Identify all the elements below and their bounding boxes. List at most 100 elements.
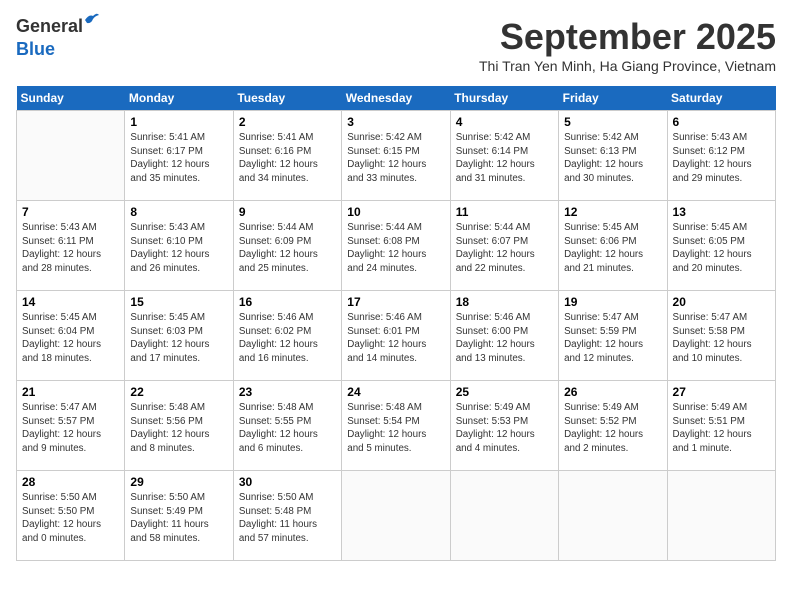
day-info: Sunrise: 5:49 AM Sunset: 5:53 PM Dayligh…	[456, 401, 553, 456]
day-info: Sunrise: 5:50 AM Sunset: 5:48 PM Dayligh…	[239, 491, 336, 546]
calendar-cell	[342, 471, 450, 561]
day-info: Sunrise: 5:45 AM Sunset: 6:06 PM Dayligh…	[564, 221, 661, 276]
day-number: 16	[239, 295, 336, 309]
day-info: Sunrise: 5:46 AM Sunset: 6:02 PM Dayligh…	[239, 311, 336, 366]
day-number: 12	[564, 205, 661, 219]
calendar-cell: 2 Sunrise: 5:41 AM Sunset: 6:16 PM Daylig…	[233, 111, 341, 201]
calendar-week-row: 1 Sunrise: 5:41 AM Sunset: 6:17 PM Daylig…	[17, 111, 776, 201]
day-info: Sunrise: 5:49 AM Sunset: 5:51 PM Dayligh…	[673, 401, 770, 456]
col-header-sunday: Sunday	[17, 86, 125, 111]
month-title: September 2025	[479, 16, 776, 58]
day-info: Sunrise: 5:48 AM Sunset: 5:54 PM Dayligh…	[347, 401, 444, 456]
day-info: Sunrise: 5:41 AM Sunset: 6:16 PM Dayligh…	[239, 131, 336, 186]
logo-bird-icon	[83, 10, 101, 28]
day-number: 5	[564, 115, 661, 129]
day-info: Sunrise: 5:49 AM Sunset: 5:52 PM Dayligh…	[564, 401, 661, 456]
day-number: 1	[130, 115, 227, 129]
day-number: 6	[673, 115, 770, 129]
day-info: Sunrise: 5:46 AM Sunset: 6:00 PM Dayligh…	[456, 311, 553, 366]
day-number: 23	[239, 385, 336, 399]
calendar-cell: 5 Sunrise: 5:42 AM Sunset: 6:13 PM Daylig…	[559, 111, 667, 201]
calendar-cell: 13 Sunrise: 5:45 AM Sunset: 6:05 PM Dayli…	[667, 201, 775, 291]
col-header-tuesday: Tuesday	[233, 86, 341, 111]
calendar-cell: 21 Sunrise: 5:47 AM Sunset: 5:57 PM Dayli…	[17, 381, 125, 471]
calendar-cell: 6 Sunrise: 5:43 AM Sunset: 6:12 PM Daylig…	[667, 111, 775, 201]
calendar-week-row: 14 Sunrise: 5:45 AM Sunset: 6:04 PM Dayli…	[17, 291, 776, 381]
day-number: 30	[239, 475, 336, 489]
day-info: Sunrise: 5:43 AM Sunset: 6:10 PM Dayligh…	[130, 221, 227, 276]
day-info: Sunrise: 5:41 AM Sunset: 6:17 PM Dayligh…	[130, 131, 227, 186]
calendar-cell: 30 Sunrise: 5:50 AM Sunset: 5:48 PM Dayli…	[233, 471, 341, 561]
calendar-cell: 17 Sunrise: 5:46 AM Sunset: 6:01 PM Dayli…	[342, 291, 450, 381]
calendar-cell: 16 Sunrise: 5:46 AM Sunset: 6:02 PM Dayli…	[233, 291, 341, 381]
page-header: General Blue September 2025 Thi Tran Yen…	[16, 16, 776, 82]
day-number: 20	[673, 295, 770, 309]
day-number: 27	[673, 385, 770, 399]
calendar-cell	[450, 471, 558, 561]
calendar-cell: 22Sunrise: 5:48 AM Sunset: 5:56 PM Dayli…	[125, 381, 233, 471]
day-number: 18	[456, 295, 553, 309]
title-area: September 2025 Thi Tran Yen Minh, Ha Gia…	[479, 16, 776, 82]
day-info: Sunrise: 5:45 AM Sunset: 6:04 PM Dayligh…	[22, 311, 119, 366]
logo: General Blue	[16, 16, 83, 60]
calendar-cell: 20 Sunrise: 5:47 AM Sunset: 5:58 PM Dayli…	[667, 291, 775, 381]
day-info: Sunrise: 5:47 AM Sunset: 5:59 PM Dayligh…	[564, 311, 661, 366]
col-header-thursday: Thursday	[450, 86, 558, 111]
day-info: Sunrise: 5:46 AM Sunset: 6:01 PM Dayligh…	[347, 311, 444, 366]
calendar-cell: 14 Sunrise: 5:45 AM Sunset: 6:04 PM Dayli…	[17, 291, 125, 381]
calendar-cell: 3Sunrise: 5:42 AM Sunset: 6:15 PM Daylig…	[342, 111, 450, 201]
day-info: Sunrise: 5:44 AM Sunset: 6:08 PM Dayligh…	[347, 221, 444, 276]
col-header-monday: Monday	[125, 86, 233, 111]
location-subtitle: Thi Tran Yen Minh, Ha Giang Province, Vi…	[479, 58, 776, 74]
day-number: 3	[347, 115, 444, 129]
calendar-cell: 10Sunrise: 5:44 AM Sunset: 6:08 PM Dayli…	[342, 201, 450, 291]
day-info: Sunrise: 5:45 AM Sunset: 6:03 PM Dayligh…	[130, 311, 227, 366]
day-number: 29	[130, 475, 227, 489]
logo-blue: Blue	[16, 39, 55, 60]
calendar-cell: 25 Sunrise: 5:49 AM Sunset: 5:53 PM Dayli…	[450, 381, 558, 471]
calendar-cell	[667, 471, 775, 561]
day-number: 4	[456, 115, 553, 129]
calendar-cell: 29 Sunrise: 5:50 AM Sunset: 5:49 PM Dayli…	[125, 471, 233, 561]
day-info: Sunrise: 5:48 AM Sunset: 5:55 PM Dayligh…	[239, 401, 336, 456]
calendar-header-row: SundayMondayTuesdayWednesdayThursdayFrid…	[17, 86, 776, 111]
day-number: 17	[347, 295, 444, 309]
day-info: Sunrise: 5:45 AM Sunset: 6:05 PM Dayligh…	[673, 221, 770, 276]
day-number: 14	[22, 295, 119, 309]
calendar-cell: 26 Sunrise: 5:49 AM Sunset: 5:52 PM Dayli…	[559, 381, 667, 471]
day-info: Sunrise: 5:43 AM Sunset: 6:12 PM Dayligh…	[673, 131, 770, 186]
calendar-table: SundayMondayTuesdayWednesdayThursdayFrid…	[16, 86, 776, 561]
logo-general: General	[16, 16, 83, 36]
calendar-cell: 1 Sunrise: 5:41 AM Sunset: 6:17 PM Daylig…	[125, 111, 233, 201]
calendar-cell	[17, 111, 125, 201]
calendar-cell: 18 Sunrise: 5:46 AM Sunset: 6:00 PM Dayli…	[450, 291, 558, 381]
col-header-wednesday: Wednesday	[342, 86, 450, 111]
day-info: Sunrise: 5:42 AM Sunset: 6:13 PM Dayligh…	[564, 131, 661, 186]
day-number: 2	[239, 115, 336, 129]
calendar-cell: 4 Sunrise: 5:42 AM Sunset: 6:14 PM Daylig…	[450, 111, 558, 201]
day-number: 26	[564, 385, 661, 399]
day-info: Sunrise: 5:47 AM Sunset: 5:58 PM Dayligh…	[673, 311, 770, 366]
day-info: Sunrise: 5:47 AM Sunset: 5:57 PM Dayligh…	[22, 401, 119, 456]
day-number: 19	[564, 295, 661, 309]
day-info: Sunrise: 5:50 AM Sunset: 5:50 PM Dayligh…	[22, 491, 119, 546]
calendar-cell: 9 Sunrise: 5:44 AM Sunset: 6:09 PM Daylig…	[233, 201, 341, 291]
calendar-cell: 15Sunrise: 5:45 AM Sunset: 6:03 PM Dayli…	[125, 291, 233, 381]
day-info: Sunrise: 5:42 AM Sunset: 6:14 PM Dayligh…	[456, 131, 553, 186]
calendar-cell: 8Sunrise: 5:43 AM Sunset: 6:10 PM Daylig…	[125, 201, 233, 291]
day-info: Sunrise: 5:50 AM Sunset: 5:49 PM Dayligh…	[130, 491, 227, 546]
day-number: 21	[22, 385, 119, 399]
col-header-saturday: Saturday	[667, 86, 775, 111]
calendar-week-row: 7Sunrise: 5:43 AM Sunset: 6:11 PM Daylig…	[17, 201, 776, 291]
day-number: 24	[347, 385, 444, 399]
col-header-friday: Friday	[559, 86, 667, 111]
calendar-cell: 28 Sunrise: 5:50 AM Sunset: 5:50 PM Dayli…	[17, 471, 125, 561]
calendar-week-row: 28 Sunrise: 5:50 AM Sunset: 5:50 PM Dayli…	[17, 471, 776, 561]
day-number: 13	[673, 205, 770, 219]
day-number: 9	[239, 205, 336, 219]
day-info: Sunrise: 5:44 AM Sunset: 6:09 PM Dayligh…	[239, 221, 336, 276]
day-number: 25	[456, 385, 553, 399]
calendar-cell	[559, 471, 667, 561]
day-number: 28	[22, 475, 119, 489]
calendar-week-row: 21 Sunrise: 5:47 AM Sunset: 5:57 PM Dayli…	[17, 381, 776, 471]
